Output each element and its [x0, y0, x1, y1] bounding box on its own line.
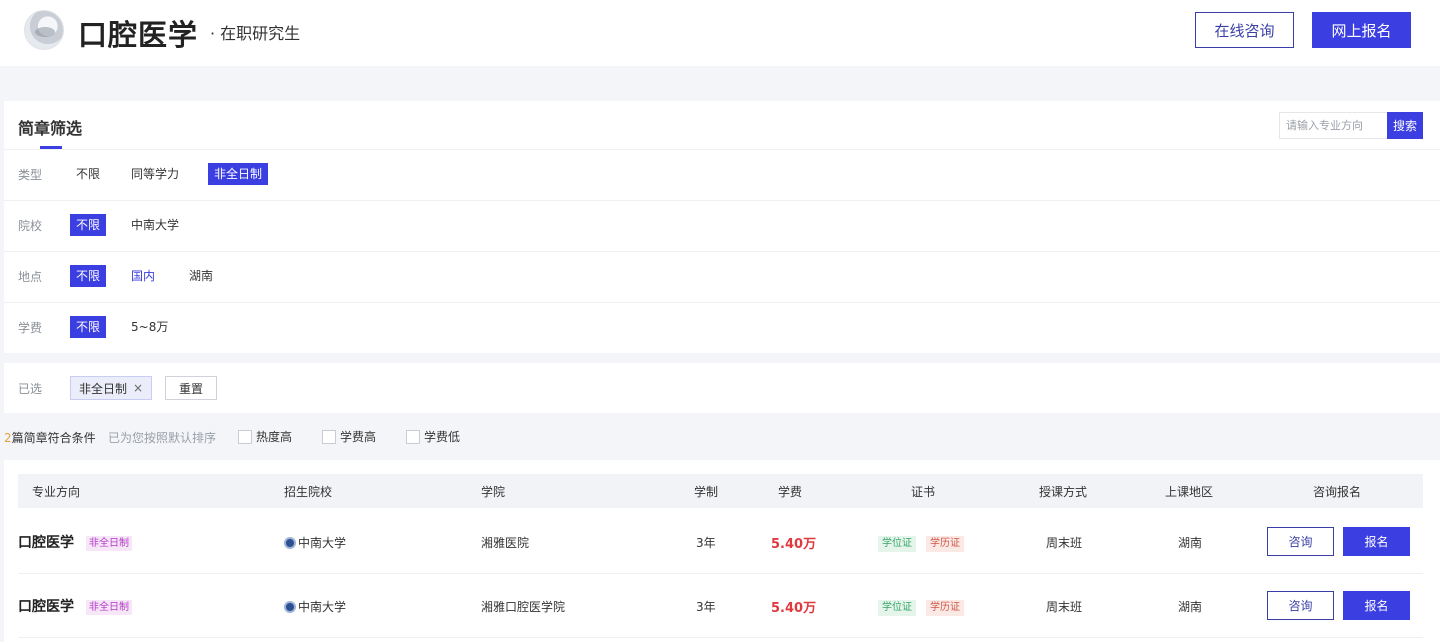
row-duration: 3年 — [696, 600, 716, 614]
filter-row-school: 院校 不限 中南大学 — [4, 200, 1440, 251]
school-emblem-icon — [284, 600, 296, 613]
row-mode: 周末班 — [1046, 536, 1083, 550]
result-count: 2篇简章符合条件 — [4, 429, 96, 446]
header-school: 招生院校 — [284, 485, 333, 499]
table-row: 口腔医学 非全日制 中南大学 湘雅口腔医学院 3年 5.40万 学位证 学历证 … — [18, 574, 1423, 638]
row-mode: 周末班 — [1046, 600, 1083, 614]
header-duration: 学制 — [694, 485, 719, 499]
filter-row-fee: 学费 不限 5~8万 — [4, 302, 1440, 353]
row-school: 中南大学 — [284, 534, 346, 551]
sort-popularity-label: 热度高 — [256, 430, 293, 444]
row-signup-button[interactable]: 报名 — [1343, 527, 1410, 556]
sort-hint: 已为您按照默认排序 — [108, 431, 217, 445]
selected-chip-part-time: 非全日制 × — [70, 376, 153, 400]
major-search-input[interactable] — [1279, 112, 1387, 139]
header-action: 咨询报名 — [1313, 485, 1362, 499]
filter-label-location: 地点 — [18, 270, 43, 284]
type-option-any[interactable]: 不限 — [70, 163, 106, 185]
header-certificate: 证书 — [911, 485, 936, 499]
row-region: 湖南 — [1178, 536, 1203, 550]
filter-label-type: 类型 — [18, 168, 43, 182]
header-mode: 授课方式 — [1039, 485, 1088, 499]
school-option-any[interactable]: 不限 — [70, 214, 107, 236]
row-fee: 5.40万 — [771, 601, 817, 616]
online-signup-button[interactable]: 网上报名 — [1312, 12, 1411, 48]
program-table: 专业方向 招生院校 学院 学制 学费 证书 授课方式 上课地区 咨询报名 口腔医… — [4, 460, 1440, 642]
fee-option-5-8w[interactable]: 5~8万 — [125, 316, 174, 338]
school-emblem-icon — [284, 536, 296, 549]
header-region: 上课地区 — [1165, 485, 1214, 499]
row-major[interactable]: 口腔医学 — [18, 532, 74, 552]
result-count-number: 2 — [4, 431, 12, 445]
location-option-any[interactable]: 不限 — [70, 265, 107, 287]
sort-popularity-checkbox[interactable] — [238, 429, 252, 444]
header-fee: 学费 — [778, 485, 803, 499]
selected-filters-panel: 已选 非全日制 × 重置 — [4, 363, 1440, 413]
row-college: 湘雅医院 — [481, 536, 530, 550]
row-diploma-tag: 学历证 — [926, 600, 964, 616]
filter-label-fee: 学费 — [18, 321, 43, 335]
close-icon[interactable]: × — [133, 381, 143, 395]
sort-fee-low-label: 学费低 — [424, 430, 461, 444]
filter-panel: 简章筛选 搜索 类型 不限 同等学力 非全日制 院校 不限 中南大学 地点 不限… — [4, 101, 1440, 353]
table-row: 口腔医学 非全日制 中南大学 湘雅医院 3年 5.40万 学位证 学历证 周末班… — [18, 510, 1423, 574]
filter-row-type: 类型 不限 同等学力 非全日制 — [4, 149, 1440, 200]
row-diploma-tag: 学历证 — [926, 536, 964, 552]
row-fee: 5.40万 — [771, 537, 817, 552]
header-major: 专业方向 — [32, 485, 81, 499]
chip-label: 非全日制 — [79, 381, 128, 396]
row-signup-button[interactable]: 报名 — [1343, 591, 1410, 620]
search-button[interactable]: 搜索 — [1387, 112, 1423, 139]
sort-fee-high-checkbox[interactable] — [322, 429, 336, 444]
row-major[interactable]: 口腔医学 — [18, 596, 74, 616]
row-school-name: 中南大学 — [298, 600, 347, 614]
row-degree-tag: 学位证 — [878, 600, 916, 616]
row-consult-button[interactable]: 咨询 — [1267, 527, 1334, 556]
school-option-csu[interactable]: 中南大学 — [125, 214, 185, 236]
page-title: 口腔医学 — [78, 18, 199, 52]
filter-panel-title: 简章筛选 — [18, 119, 83, 138]
result-bar: 2篇简章符合条件 已为您按照默认排序 热度高 学费高 学费低 — [0, 424, 1440, 450]
row-school: 中南大学 — [284, 598, 346, 615]
filter-row-location: 地点 不限 国内 湖南 — [4, 251, 1440, 302]
location-option-hunan[interactable]: 湖南 — [183, 265, 219, 287]
page-subtitle: · 在职研究生 — [210, 24, 301, 43]
table-header: 专业方向 招生院校 学院 学制 学费 证书 授课方式 上课地区 咨询报名 — [18, 474, 1423, 508]
fee-option-any[interactable]: 不限 — [70, 316, 107, 338]
filter-label-school: 院校 — [18, 219, 43, 233]
location-option-domestic[interactable]: 国内 — [125, 265, 161, 287]
row-type-tag: 非全日制 — [86, 536, 132, 551]
row-consult-button[interactable]: 咨询 — [1267, 591, 1334, 620]
top-header: 口腔医学 · 在职研究生 在线咨询 网上报名 — [0, 0, 1440, 66]
row-type-tag: 非全日制 — [86, 600, 132, 615]
type-option-equivalent[interactable]: 同等学力 — [125, 163, 185, 185]
header-college: 学院 — [481, 485, 506, 499]
selected-label: 已选 — [18, 382, 43, 396]
online-consult-button[interactable]: 在线咨询 — [1195, 12, 1294, 48]
sort-fee-high-label: 学费高 — [340, 430, 377, 444]
row-college: 湘雅口腔医学院 — [481, 600, 566, 614]
row-region: 湖南 — [1178, 600, 1203, 614]
result-count-suffix: 篇简章符合条件 — [11, 431, 96, 445]
program-logo-icon — [24, 10, 64, 50]
row-degree-tag: 学位证 — [878, 536, 916, 552]
row-duration: 3年 — [696, 536, 716, 550]
sort-fee-low[interactable]: 学费低 — [406, 428, 460, 445]
sort-fee-high[interactable]: 学费高 — [322, 428, 376, 445]
sort-fee-low-checkbox[interactable] — [406, 429, 420, 444]
row-school-name: 中南大学 — [298, 536, 347, 550]
type-option-part-time[interactable]: 非全日制 — [208, 163, 269, 185]
sort-popularity[interactable]: 热度高 — [238, 428, 292, 445]
reset-button[interactable]: 重置 — [165, 376, 217, 400]
